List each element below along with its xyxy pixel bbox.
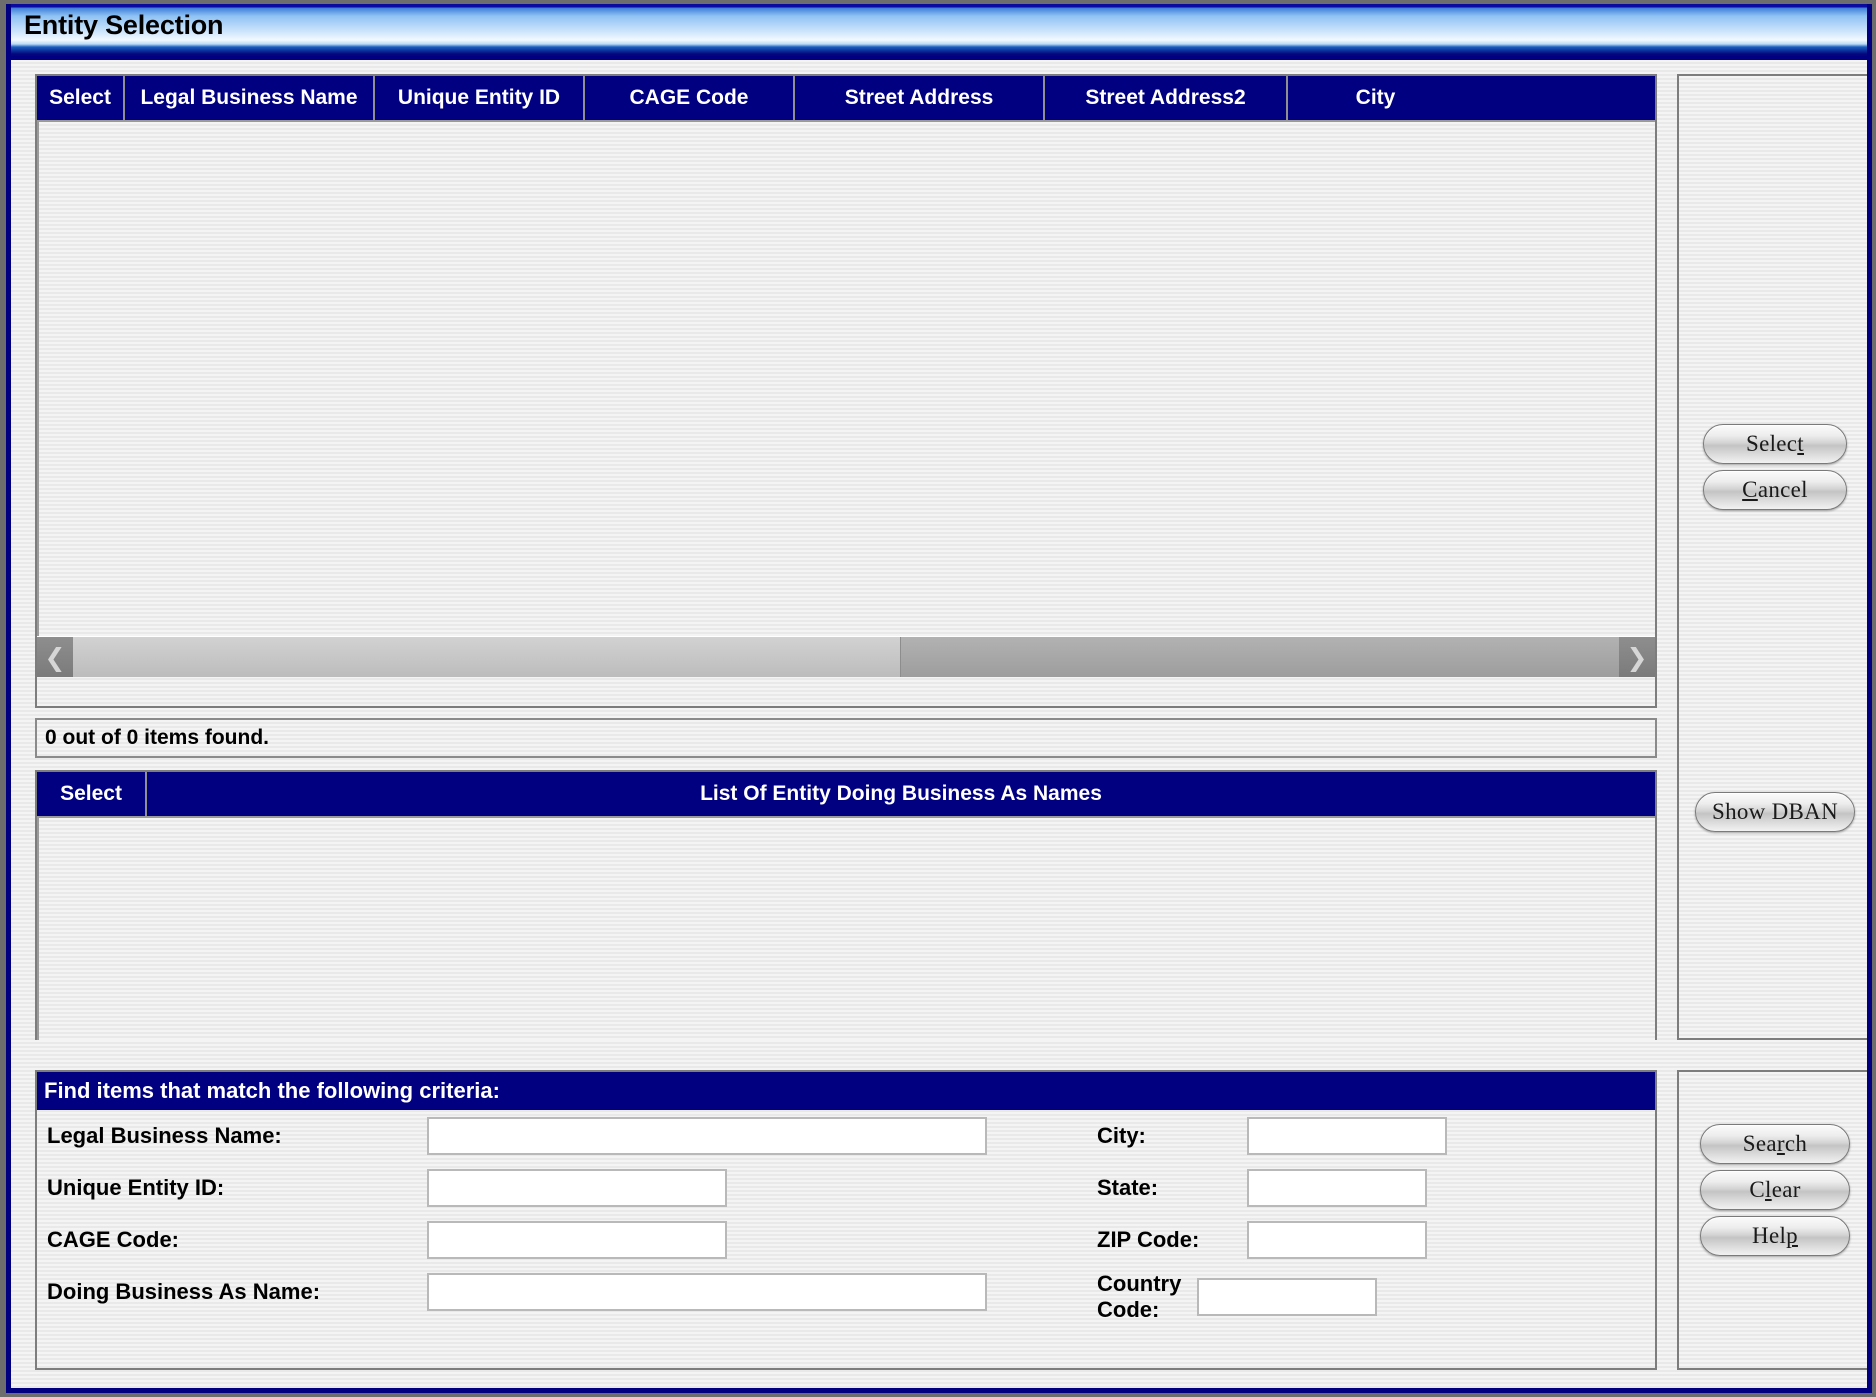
zip-code-field[interactable] bbox=[1247, 1221, 1427, 1259]
criteria-row: Legal Business Name: bbox=[37, 1110, 1087, 1162]
legal-business-name-field[interactable] bbox=[427, 1117, 987, 1155]
show-dban-button[interactable]: Show DBAN bbox=[1695, 792, 1855, 832]
unique-entity-id-field-label: Unique Entity ID: bbox=[47, 1174, 225, 1200]
entity-grid-column-header[interactable]: Street Address2 bbox=[1045, 76, 1288, 120]
criteria-row: ZIP Code: bbox=[1087, 1214, 1657, 1266]
window-client-area: Select Legal Business Name Unique Entity I… bbox=[11, 60, 1867, 1388]
entity-selection-window: Entity Selection Select Legal Business Na… bbox=[6, 4, 1872, 1393]
primary-actions-panel: Selec t Cancel Show DBAN bbox=[1677, 74, 1867, 1040]
criteria-row: Country Code: bbox=[1087, 1266, 1657, 1328]
entity-grid-column-header[interactable]: City bbox=[1288, 76, 1463, 120]
search-button[interactable]: Sea r ch bbox=[1700, 1124, 1850, 1164]
entity-grid-column-header[interactable]: Legal Business Name bbox=[125, 76, 375, 120]
country-code-field-label: Country Code: bbox=[1097, 1270, 1182, 1322]
entity-grid-horizontal-scrollbar[interactable]: ❮ ❯ bbox=[37, 636, 1655, 677]
doing-business-as-name-field-label: Doing Business As Name: bbox=[47, 1278, 321, 1304]
scrollbar-thumb[interactable] bbox=[900, 637, 1619, 677]
criteria-row: City: bbox=[1087, 1110, 1657, 1162]
criteria-row: CAGE Code: bbox=[37, 1214, 1087, 1266]
dba-grid-body[interactable] bbox=[37, 818, 1655, 1040]
primary-actions-button-stack: Selec t Cancel bbox=[1679, 424, 1867, 510]
criteria-row: Unique Entity ID: bbox=[37, 1162, 1087, 1214]
entity-grid-column-header[interactable]: Street Address bbox=[795, 76, 1045, 120]
entity-results-grid: Select Legal Business Name Unique Entity I… bbox=[35, 74, 1657, 708]
entity-grid-column-header[interactable]: CAGE Code bbox=[585, 76, 795, 120]
state-field[interactable] bbox=[1247, 1169, 1427, 1207]
entity-grid-column-header[interactable]: Select bbox=[37, 76, 125, 120]
search-actions-panel: Sea r ch Cl ear Hel p bbox=[1677, 1070, 1867, 1370]
cage-code-field[interactable] bbox=[427, 1221, 727, 1259]
window-titlebar: Entity Selection bbox=[11, 4, 1867, 60]
criteria-row: Doing Business As Name: bbox=[37, 1266, 1087, 1318]
legal-business-name-field-label: Legal Business Name: bbox=[47, 1122, 282, 1148]
dba-list-column-header: List Of Entity Doing Business As Names bbox=[700, 782, 1102, 805]
dba-select-column-header: Select bbox=[37, 772, 147, 816]
search-criteria-panel: Find items that match the following crit… bbox=[35, 1070, 1657, 1370]
items-found-status: 0 out of 0 items found. bbox=[35, 718, 1657, 758]
cage-code-field-label: CAGE Code: bbox=[47, 1226, 179, 1252]
window-title: Entity Selection bbox=[24, 10, 224, 40]
items-found-text: 0 out of 0 items found. bbox=[45, 726, 269, 749]
criteria-left-column: Legal Business Name: Unique Entity ID: CAG… bbox=[37, 1110, 1087, 1318]
select-button[interactable]: Selec t bbox=[1703, 424, 1847, 464]
entity-grid-column-header[interactable]: Unique Entity ID bbox=[375, 76, 585, 120]
zip-code-field-label: ZIP Code: bbox=[1097, 1226, 1200, 1252]
help-button[interactable]: Hel p bbox=[1700, 1216, 1850, 1256]
chevron-right-icon[interactable]: ❯ bbox=[1619, 637, 1655, 677]
criteria-row: State: bbox=[1087, 1162, 1657, 1214]
doing-business-as-name-field[interactable] bbox=[427, 1273, 987, 1311]
entity-grid-body[interactable] bbox=[37, 122, 1655, 636]
dba-names-grid: Select List Of Entity Doing Business As … bbox=[35, 770, 1657, 1040]
show-dban-button-wrap: Show DBAN bbox=[1679, 792, 1867, 832]
criteria-right-column: City: State: ZIP Code: Country Code: bbox=[1087, 1110, 1657, 1328]
chevron-left-icon[interactable]: ❮ bbox=[37, 637, 73, 677]
state-field-label: State: bbox=[1097, 1174, 1159, 1200]
dba-grid-header-row: Select List Of Entity Doing Business As … bbox=[37, 772, 1655, 818]
search-actions-button-stack: Sea r ch Cl ear Hel p bbox=[1679, 1124, 1867, 1256]
unique-entity-id-field[interactable] bbox=[427, 1169, 727, 1207]
cancel-button[interactable]: Cancel bbox=[1703, 470, 1847, 510]
clear-button[interactable]: Cl ear bbox=[1700, 1170, 1850, 1210]
scrollbar-track[interactable] bbox=[73, 637, 1619, 677]
entity-grid-header-row: Select Legal Business Name Unique Entity I… bbox=[37, 76, 1655, 122]
search-criteria-title: Find items that match the following crit… bbox=[37, 1072, 1655, 1110]
city-field-label: City: bbox=[1097, 1122, 1146, 1148]
search-criteria-body: Legal Business Name: Unique Entity ID: CAG… bbox=[37, 1110, 1655, 1368]
country-code-field[interactable] bbox=[1197, 1278, 1377, 1316]
city-field[interactable] bbox=[1247, 1117, 1447, 1155]
